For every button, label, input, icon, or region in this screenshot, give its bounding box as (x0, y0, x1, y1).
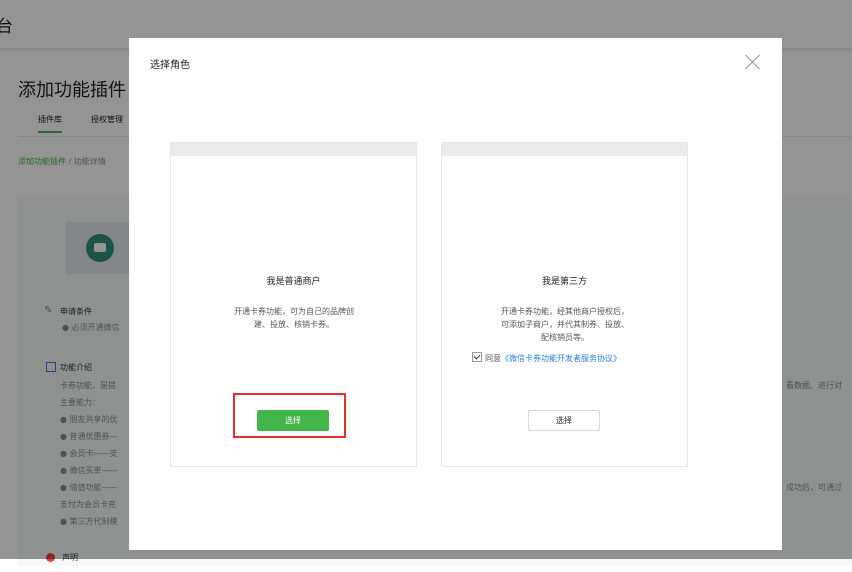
role-description-line: 开通卡券功能，经其他商户授权后， (501, 307, 629, 316)
role-description: 开通卡券功能，可为自己的品牌创 建、投放、核销卡券。 (209, 305, 379, 331)
select-role-dialog: 选择角色 我是普通商户 开通卡券功能，可为自己的品牌创 建、投放、核销卡券。 选… (129, 38, 782, 550)
select-third-party-button[interactable]: 选择 (528, 410, 600, 431)
dialog-title: 选择角色 (150, 60, 190, 71)
role-card-third-party: 我是第三方 开通卡券功能，经其他商户授权后， 可添加子商户，并代其制券、投放、 … (441, 142, 688, 467)
role-description-line: 配核销员等。 (541, 333, 589, 342)
role-description: 开通卡券功能，经其他商户授权后， 可添加子商户，并代其制券、投放、 配核销员等。 (480, 305, 650, 344)
role-card-header (442, 143, 687, 156)
role-description-line: 可添加子商户，并代其制券、投放、 (501, 320, 629, 329)
agreement-link[interactable]: 《微信卡券功能开发者服务协议》 (501, 354, 621, 363)
highlight-box (233, 393, 346, 438)
agreement-checkbox[interactable] (472, 352, 482, 362)
agreement-prefix: 同意 (485, 354, 501, 363)
role-card-header (171, 143, 416, 156)
agreement-row: 同意《微信卡券功能开发者服务协议》 (472, 352, 662, 364)
role-name: 我是普通商户 (266, 277, 321, 287)
role-description-line: 开通卡券功能，可为自己的品牌创 (234, 307, 354, 316)
role-description-line: 建、投放、核销卡券。 (254, 320, 334, 329)
close-icon[interactable] (745, 54, 761, 70)
role-name: 我是第三方 (541, 277, 587, 287)
